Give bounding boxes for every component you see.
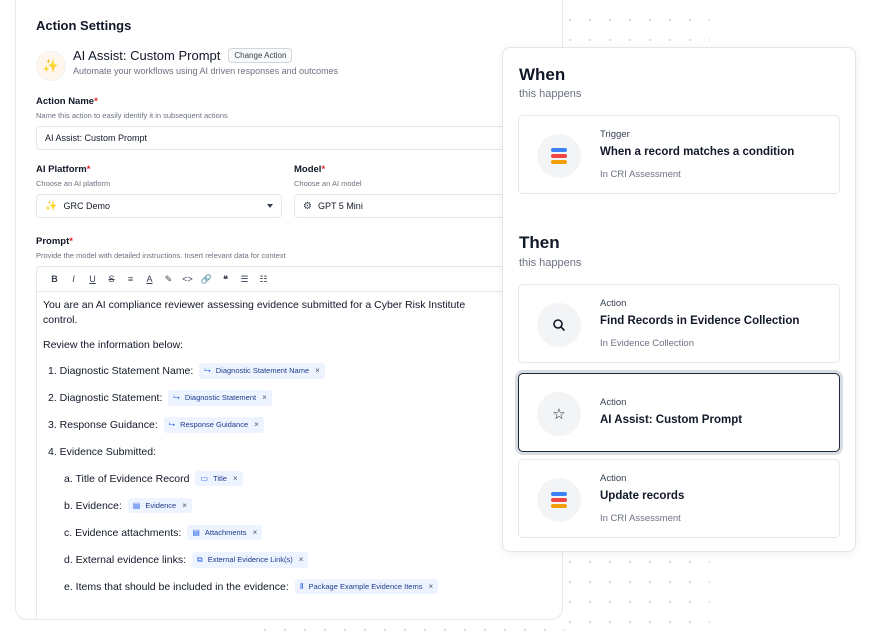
then-subtitle: this happens bbox=[519, 257, 582, 269]
list-item: 1. Diagnostic Statement Name: ⮡ Diagnosti… bbox=[43, 357, 562, 384]
action-settings-panel: Action Settings ✨ AI Assist: Custom Prom… bbox=[15, 0, 563, 620]
highlight-button[interactable]: ✎ bbox=[159, 274, 178, 285]
variable-chip[interactable]: ⮡ Diagnostic Statement Name × bbox=[199, 362, 325, 379]
text-color-button[interactable]: A bbox=[140, 274, 159, 284]
model-label: Model* bbox=[294, 164, 326, 175]
card-title: Update records bbox=[600, 490, 685, 502]
then-title: Then bbox=[519, 233, 560, 252]
prompt-intro-line: You are an AI compliance reviewer assess… bbox=[43, 299, 466, 311]
prompt-label: Prompt* bbox=[36, 236, 73, 247]
variable-chip[interactable]: Ⅱ Package Example Evidence Items × bbox=[294, 579, 439, 594]
card-subtitle: In Evidence Collection bbox=[600, 338, 694, 349]
background-dot-grid bbox=[255, 620, 565, 637]
openai-icon: ⚙ bbox=[303, 200, 312, 212]
card-subtitle: In CRI Assessment bbox=[600, 513, 681, 524]
lookup-icon: ⮡ bbox=[204, 365, 211, 375]
prompt-intro-line: control. bbox=[43, 314, 78, 326]
list-subitem: c. Evidence attachments: ▤ Attachments × bbox=[43, 519, 562, 546]
bold-button[interactable]: B bbox=[45, 274, 64, 284]
link-button[interactable]: 🔗 bbox=[197, 274, 216, 285]
remove-icon: × bbox=[182, 501, 187, 510]
variable-chip[interactable]: ▤ Evidence × bbox=[127, 498, 192, 513]
variable-chip[interactable]: ▭ Title × bbox=[195, 471, 243, 486]
remove-icon: × bbox=[315, 366, 320, 375]
workflow-panel: When this happens Trigger When a record … bbox=[502, 47, 856, 552]
prompt-content[interactable]: You are an AI compliance reviewer assess… bbox=[37, 292, 562, 606]
sparkle-star-icon: ☆ bbox=[537, 392, 581, 436]
action-name-input[interactable]: AI Assist: Custom Prompt bbox=[36, 126, 562, 150]
sparkle-icon: ✨ bbox=[45, 200, 58, 212]
remove-icon: × bbox=[428, 582, 434, 591]
remove-icon: × bbox=[254, 420, 259, 429]
link-icon: ⧉ bbox=[196, 554, 203, 564]
lookup-icon: ⮡ bbox=[168, 419, 176, 429]
variable-chip[interactable]: ⮡ Diagnostic Statement × bbox=[168, 389, 272, 406]
remove-icon: × bbox=[252, 528, 258, 537]
list-item: 4. Evidence Submitted: bbox=[48, 445, 156, 458]
document-icon: ▤ bbox=[192, 528, 200, 537]
model-hint: Choose an AI model bbox=[294, 179, 362, 188]
change-action-button[interactable]: Change Action bbox=[228, 48, 293, 63]
remove-icon: × bbox=[262, 393, 267, 402]
app-stack-icon bbox=[537, 478, 581, 522]
ai-action-header: ✨ AI Assist: Custom Prompt Change Action… bbox=[36, 48, 338, 81]
section-title: Action Settings bbox=[36, 18, 132, 33]
list-subitem: b. Evidence: ▤ Evidence × bbox=[43, 492, 562, 519]
variable-chip[interactable]: ⧉ External Evidence Link(s) × bbox=[191, 551, 309, 568]
remove-icon: × bbox=[298, 555, 304, 564]
document-icon: ▤ bbox=[132, 501, 141, 510]
bullet-list-button[interactable]: ☰ bbox=[235, 274, 254, 285]
action-name-label: Action Name* bbox=[36, 96, 98, 107]
prompt-review-line: Review the information below: bbox=[43, 339, 184, 351]
action-name-hint: Name this action to easily identify it i… bbox=[36, 111, 228, 120]
card-title: Find Records in Evidence Collection bbox=[600, 315, 800, 327]
card-kind: Action bbox=[600, 473, 627, 484]
variable-chip[interactable]: ▤ Attachments × bbox=[187, 525, 263, 540]
ai-platform-label: AI Platform* bbox=[36, 164, 91, 175]
background-dot-grid bbox=[560, 10, 710, 50]
card-kind: Action bbox=[600, 298, 627, 309]
trigger-card[interactable]: Trigger When a record matches a conditio… bbox=[518, 115, 840, 194]
card-title: When a record matches a condition bbox=[600, 146, 795, 158]
numbered-list-button[interactable]: ☷ bbox=[254, 274, 273, 285]
align-button[interactable]: ≡ bbox=[121, 274, 140, 284]
ai-action-title: AI Assist: Custom Prompt bbox=[73, 48, 221, 63]
quote-button[interactable]: ❝ bbox=[216, 274, 235, 285]
action-card[interactable]: Action Update records In CRI Assessment bbox=[518, 459, 840, 538]
chevron-down-icon bbox=[267, 204, 273, 208]
ai-platform-select[interactable]: ✨ GRC Demo bbox=[36, 194, 282, 218]
ai-platform-hint: Choose an AI platform bbox=[36, 179, 111, 188]
italic-button[interactable]: I bbox=[64, 274, 83, 284]
list-subitem: e. Items that should be included in the … bbox=[43, 573, 562, 600]
card-title: AI Assist: Custom Prompt bbox=[600, 414, 743, 426]
when-title: When bbox=[519, 65, 566, 84]
editor-toolbar: B I U S ≡ A ✎ <> 🔗 ❝ ☰ ☷ bbox=[37, 267, 562, 292]
action-card-selected[interactable]: ☆ Action AI Assist: Custom Prompt bbox=[518, 373, 840, 452]
ai-action-subtitle: Automate your workflows using AI driven … bbox=[73, 66, 339, 76]
window-icon: ▭ bbox=[200, 474, 209, 483]
sparkle-icon: ✨ bbox=[36, 51, 66, 81]
strikethrough-button[interactable]: S bbox=[102, 274, 121, 284]
when-subtitle: this happens bbox=[519, 88, 582, 100]
card-kind: Action bbox=[600, 397, 627, 408]
prompt-hint: Provide the model with detailed instruct… bbox=[36, 251, 286, 260]
card-subtitle: In CRI Assessment bbox=[600, 169, 681, 180]
lookup-icon: ⮡ bbox=[173, 392, 180, 402]
list-subitem: a. Title of Evidence Record ▭ Title × bbox=[43, 465, 562, 492]
text-field-icon: Ⅱ bbox=[299, 582, 304, 591]
variable-chip[interactable]: ⮡ Response Guidance × bbox=[163, 416, 264, 433]
action-card[interactable]: Action Find Records in Evidence Collecti… bbox=[518, 284, 840, 363]
card-kind: Trigger bbox=[600, 129, 630, 140]
background-dot-grid bbox=[560, 552, 710, 637]
app-stack-icon bbox=[537, 134, 581, 178]
prompt-editor[interactable]: B I U S ≡ A ✎ <> 🔗 ❝ ☰ ☷ You are an AI c… bbox=[36, 266, 562, 619]
remove-icon: × bbox=[232, 474, 238, 483]
list-subitem: d. External evidence links: ⧉ External Ev… bbox=[43, 546, 562, 573]
list-item: 2. Diagnostic Statement: ⮡ Diagnostic Sta… bbox=[43, 384, 562, 411]
search-icon bbox=[537, 303, 581, 347]
list-item: 3. Response Guidance: ⮡ Response Guidance… bbox=[43, 411, 562, 438]
underline-button[interactable]: U bbox=[83, 274, 102, 284]
code-button[interactable]: <> bbox=[178, 274, 197, 284]
